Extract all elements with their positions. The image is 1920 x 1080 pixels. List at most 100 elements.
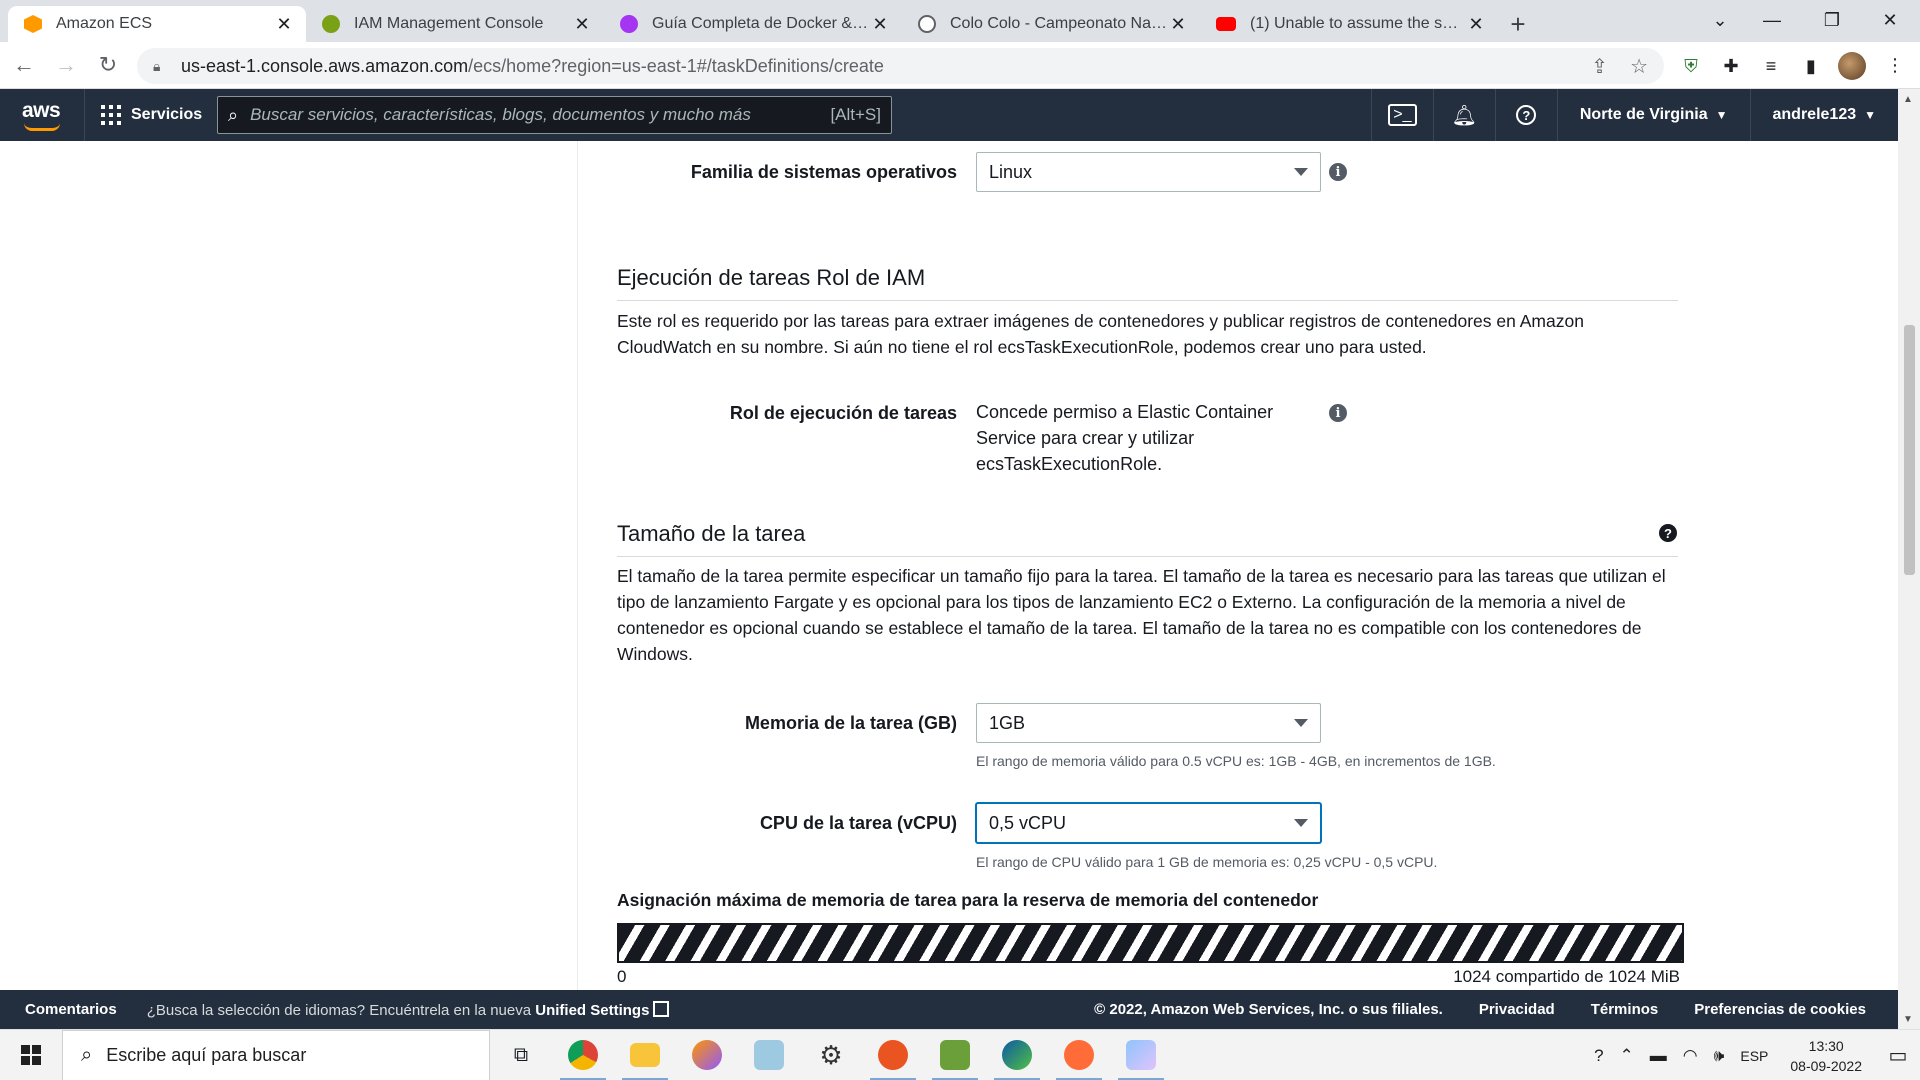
iam-section-description: Este rol es requerido por las tareas par… (617, 308, 1680, 360)
task-cpu-select[interactable]: 0,5 vCPU (976, 803, 1321, 843)
aws-favicon-icon (24, 15, 42, 33)
dropdown-arrow-icon (1294, 719, 1308, 727)
task-execution-role-value: Concede permiso a Elastic Container Serv… (976, 399, 1316, 477)
back-icon[interactable]: ← (6, 47, 42, 83)
close-icon[interactable]: ✕ (1466, 14, 1486, 35)
lock-icon: 🔒︎ (153, 57, 161, 74)
sublime-icon[interactable] (924, 1030, 986, 1080)
help-icon[interactable]: ? (1494, 89, 1557, 141)
tab-udemy[interactable]: Guía Completa de Docker & Kub ✕ (604, 6, 902, 42)
search-shortcut: [Alt+S] (830, 105, 881, 124)
aws-logo[interactable]: aws (22, 95, 66, 135)
browser-menu-icon[interactable]: ⋮ (1882, 52, 1908, 78)
tab-colo-colo[interactable]: Colo Colo - Campeonato Nacion ✕ (902, 6, 1200, 42)
info-icon[interactable]: i (1329, 404, 1347, 422)
taskbar-search-input[interactable]: ⌕ Escribe aquí para buscar (62, 1029, 490, 1080)
cpu-range-hint: El rango de CPU válido para 1 GB de memo… (976, 854, 1438, 870)
privacy-link[interactable]: Privacidad (1479, 1001, 1555, 1018)
allocation-min-label: 0 (617, 967, 627, 986)
postman-icon[interactable] (1048, 1030, 1110, 1080)
address-bar[interactable]: 🔒︎ us-east-1.console.aws.amazon.com/ecs/… (137, 48, 1664, 84)
clock-time: 13:30 (1808, 1037, 1844, 1054)
cookie-preferences-link[interactable]: Preferencias de cookies (1694, 1001, 1866, 1018)
side-panel-icon[interactable]: ▮ (1798, 53, 1824, 79)
tab-amazon-ecs[interactable]: Amazon ECS ✕ (8, 6, 306, 42)
language-indicator[interactable]: ESP (1740, 1048, 1768, 1064)
search-icon: ⌕ (228, 104, 239, 125)
system-tray: ? ⌃ ▬ ◠ 🕪︎ ESP 13:30 08-09-2022 ▭ (1586, 1030, 1920, 1080)
notifications-icon[interactable]: ▭ (1876, 1030, 1920, 1080)
question-icon[interactable]: ? (1659, 524, 1677, 542)
services-menu[interactable]: Servicios (101, 105, 202, 125)
search-icon: ⌕ (81, 1043, 93, 1066)
left-column (0, 141, 578, 990)
tab-title: Amazon ECS (56, 15, 153, 32)
cloudshell-icon[interactable]: >_ (1370, 89, 1433, 141)
url-host: us-east-1.console.aws.amazon.com (181, 55, 469, 76)
profile-avatar[interactable] (1838, 52, 1866, 80)
browser-toolbar: ← → ↻ 🔒︎ us-east-1.console.aws.amazon.co… (0, 42, 1920, 89)
start-button[interactable] (0, 1030, 62, 1080)
ubuntu-icon[interactable] (862, 1030, 924, 1080)
notepad-icon[interactable] (738, 1030, 800, 1080)
scroll-up-arrow-icon[interactable]: ▲ (1903, 94, 1913, 105)
close-icon[interactable]: ✕ (572, 14, 592, 35)
scrollbar-thumb[interactable] (1904, 325, 1915, 575)
close-icon[interactable]: ✕ (870, 14, 890, 35)
memory-range-hint: El rango de memoria válido para 0.5 vCPU… (976, 753, 1496, 769)
task-size-section-title: Tamaño de la tarea (617, 521, 806, 546)
share-icon[interactable]: ⇪ (1591, 54, 1608, 79)
clock[interactable]: 13:30 08-09-2022 (1790, 1036, 1862, 1076)
reload-icon[interactable]: ↻ (90, 47, 126, 83)
caret-down-icon: ▼ (1864, 108, 1876, 122)
minimize-icon[interactable]: — (1742, 0, 1802, 40)
terms-link[interactable]: Términos (1591, 1001, 1659, 1018)
account-label: andrele123 (1772, 106, 1857, 123)
close-icon[interactable]: ✕ (1168, 14, 1188, 35)
paint-icon[interactable] (1110, 1030, 1172, 1080)
search-placeholder: Buscar servicios, características, blogs… (250, 105, 751, 124)
battery-icon[interactable]: ▬ (1650, 1046, 1667, 1066)
settings-gear-icon[interactable]: ⚙ (800, 1030, 862, 1080)
close-window-icon[interactable]: ✕ (1860, 0, 1920, 40)
new-tab-button[interactable]: + (1498, 6, 1538, 42)
help-tray-icon[interactable]: ? (1594, 1046, 1603, 1066)
info-icon[interactable]: i (1329, 163, 1347, 181)
tab-iam[interactable]: IAM Management Console ✕ (306, 6, 604, 42)
tab-youtube[interactable]: (1) Unable to assume the service ✕ (1200, 6, 1498, 42)
forward-icon[interactable]: → (48, 47, 84, 83)
account-menu[interactable]: andrele123 ▼ (1749, 89, 1899, 141)
tab-title: (1) Unable to assume the service (1250, 15, 1466, 32)
memory-allocation-title: Asignación máxima de memoria de tarea pa… (617, 890, 1319, 910)
aws-search-input[interactable]: ⌕ Buscar servicios, características, blo… (217, 96, 892, 134)
shield-extension-icon[interactable]: ⛨ (1678, 53, 1704, 79)
tab-title: Colo Colo - Campeonato Nacion (950, 15, 1168, 32)
bookmark-star-icon[interactable]: ☆ (1630, 54, 1648, 79)
chevron-up-icon[interactable]: ⌃ (1620, 1046, 1634, 1066)
volume-icon[interactable]: 🕪︎ (1714, 1046, 1725, 1066)
os-family-select[interactable]: Linux (976, 152, 1321, 192)
firefox-icon[interactable] (676, 1030, 738, 1080)
scroll-down-arrow-icon[interactable]: ▼ (1903, 1014, 1913, 1025)
feedback-link[interactable]: Comentarios (25, 1001, 117, 1018)
unified-settings-link[interactable]: Unified Settings (535, 1002, 649, 1019)
task-size-description: El tamaño de la tarea permite especifica… (617, 563, 1680, 667)
media-queue-icon[interactable]: ≡ (1758, 53, 1784, 79)
wifi-icon[interactable]: ◠ (1683, 1046, 1698, 1066)
close-icon[interactable]: ✕ (274, 14, 294, 35)
region-selector[interactable]: Norte de Virginia ▼ (1556, 89, 1750, 141)
tab-search-chevron-icon[interactable]: ⌄ (1690, 0, 1750, 40)
iam-section-title: Ejecución de tareas Rol de IAM (617, 265, 926, 290)
task-memory-select[interactable]: 1GB (976, 703, 1321, 743)
taskbar-search-placeholder: Escribe aquí para buscar (106, 1044, 307, 1065)
file-explorer-icon[interactable] (614, 1030, 676, 1080)
notifications-bell-icon[interactable]: 🔔︎ (1432, 89, 1495, 141)
task-cpu-value: 0,5 vCPU (989, 812, 1067, 833)
task-view-icon[interactable]: ⧉ (490, 1030, 552, 1080)
os-family-value: Linux (989, 161, 1033, 182)
edge-icon[interactable] (986, 1030, 1048, 1080)
region-label: Norte de Virginia (1579, 106, 1708, 123)
chrome-taskbar-icon[interactable] (552, 1030, 614, 1080)
restore-icon[interactable]: ❐ (1802, 0, 1862, 40)
extensions-puzzle-icon[interactable]: ✚ (1718, 53, 1744, 79)
